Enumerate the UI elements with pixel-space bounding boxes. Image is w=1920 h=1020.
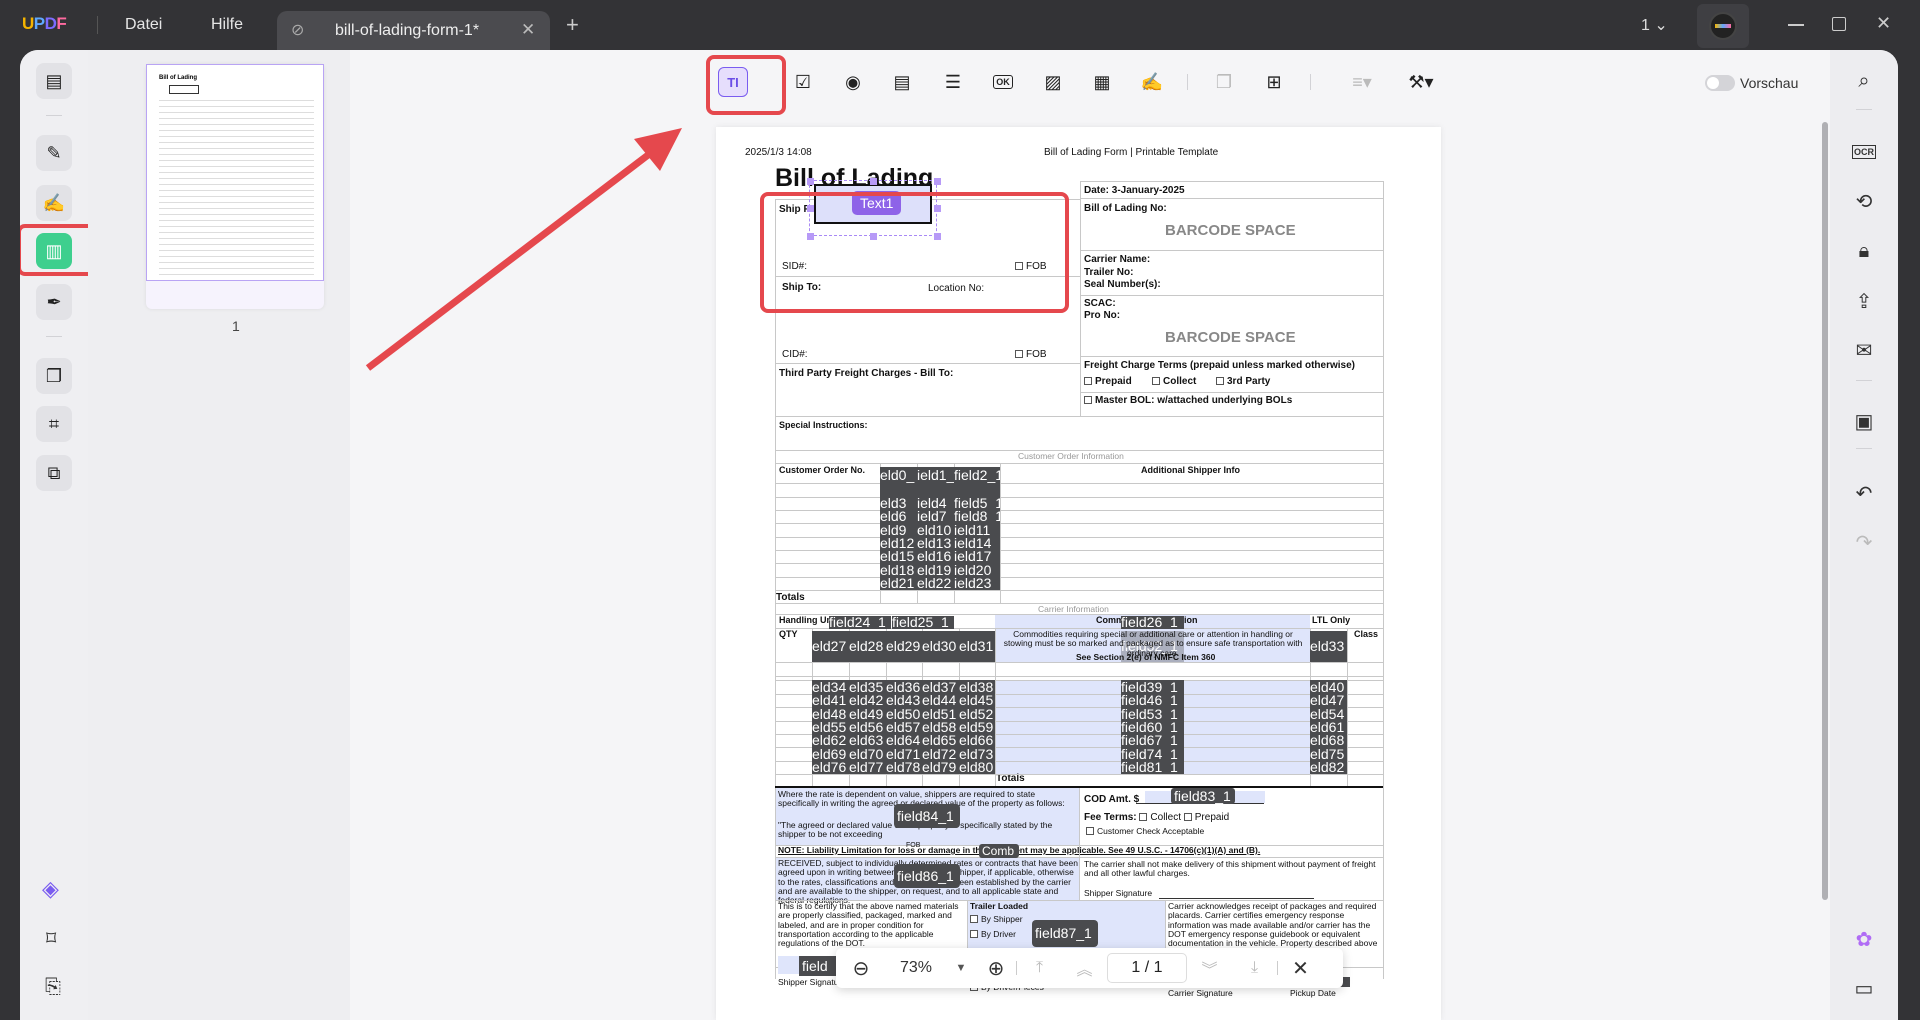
zoom-out-icon[interactable]: ⊖	[836, 956, 886, 981]
annotation-arrow	[365, 128, 682, 371]
first-page-icon[interactable]: ⤒	[1017, 959, 1062, 977]
zoom-dropdown-icon[interactable]: ▼	[946, 962, 976, 974]
page-input[interactable]: 1 / 1	[1107, 953, 1187, 983]
next-page-icon[interactable]: ︾	[1187, 956, 1232, 980]
zoom-in-icon[interactable]: ⊕	[976, 956, 1016, 981]
last-page-icon[interactable]: ⤓	[1232, 959, 1277, 977]
previous-page-icon[interactable]: ︽	[1062, 956, 1107, 980]
zoom-level[interactable]: 73%	[886, 959, 946, 977]
see-section-note: See Section 2(e) of NMFC Item 360	[1076, 652, 1216, 662]
arrow-shaft	[365, 149, 655, 371]
zoom-bar: ⊖ 73% ▼ ⊕ ⤒ ︽ 1 / 1 ︾ ⤓ ✕	[836, 948, 1343, 988]
close-zoom-bar-icon[interactable]: ✕	[1278, 956, 1323, 981]
